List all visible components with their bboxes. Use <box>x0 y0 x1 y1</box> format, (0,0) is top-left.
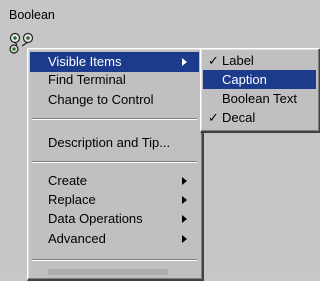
context-menu: Visible Items Find Terminal Change to Co… <box>27 48 204 281</box>
menu-separator <box>32 161 197 163</box>
menu-item-label: Advanced <box>48 231 106 246</box>
menu-separator <box>32 118 197 120</box>
cut-off-menu-item <box>48 269 168 275</box>
menu-item-label: Data Operations <box>48 211 143 226</box>
submenu-item-caption[interactable]: Caption <box>203 70 316 89</box>
menu-item-label: Find Terminal <box>48 72 126 87</box>
menu-item-label: Create <box>48 173 88 188</box>
menu-item-label: Change to Control <box>48 92 154 107</box>
checkmark-icon: ✓ <box>208 110 219 125</box>
menu-item-create[interactable]: Create <box>30 171 199 191</box>
menu-item-label: Replace <box>48 192 96 207</box>
submenu-item-text: Decal <box>222 110 256 125</box>
menu-item-label: Description and Tip... <box>48 135 171 150</box>
menu-item-change-to-control[interactable]: Change to Control <box>30 90 199 110</box>
submenu-arrow-icon <box>182 177 187 185</box>
submenu-arrow-icon <box>182 196 187 204</box>
visible-items-submenu: ✓ Label Caption Boolean Text ✓ Decal <box>200 48 320 133</box>
menu-item-visible-items[interactable]: Visible Items <box>30 52 199 72</box>
submenu-item-decal[interactable]: ✓ Decal <box>203 108 316 127</box>
submenu-arrow-icon <box>182 235 187 243</box>
menu-item-find-terminal[interactable]: Find Terminal <box>30 70 199 90</box>
control-label: Boolean <box>9 8 55 22</box>
submenu-item-text: Caption <box>222 72 267 87</box>
menu-item-data-operations[interactable]: Data Operations <box>30 209 199 229</box>
checkmark-icon: ✓ <box>208 53 219 68</box>
submenu-item-text: Label <box>222 53 254 68</box>
submenu-item-boolean-text[interactable]: Boolean Text <box>203 89 316 108</box>
menu-item-label: Visible Items <box>48 54 122 69</box>
submenu-arrow-icon <box>182 58 187 66</box>
menu-item-replace[interactable]: Replace <box>30 190 199 210</box>
submenu-arrow-icon <box>182 215 187 223</box>
menu-item-advanced[interactable]: Advanced <box>30 229 199 249</box>
menu-separator <box>32 259 197 261</box>
menu-item-description-and-tip[interactable]: Description and Tip... <box>30 133 199 153</box>
submenu-item-label[interactable]: ✓ Label <box>203 51 316 70</box>
submenu-item-text: Boolean Text <box>222 91 297 106</box>
